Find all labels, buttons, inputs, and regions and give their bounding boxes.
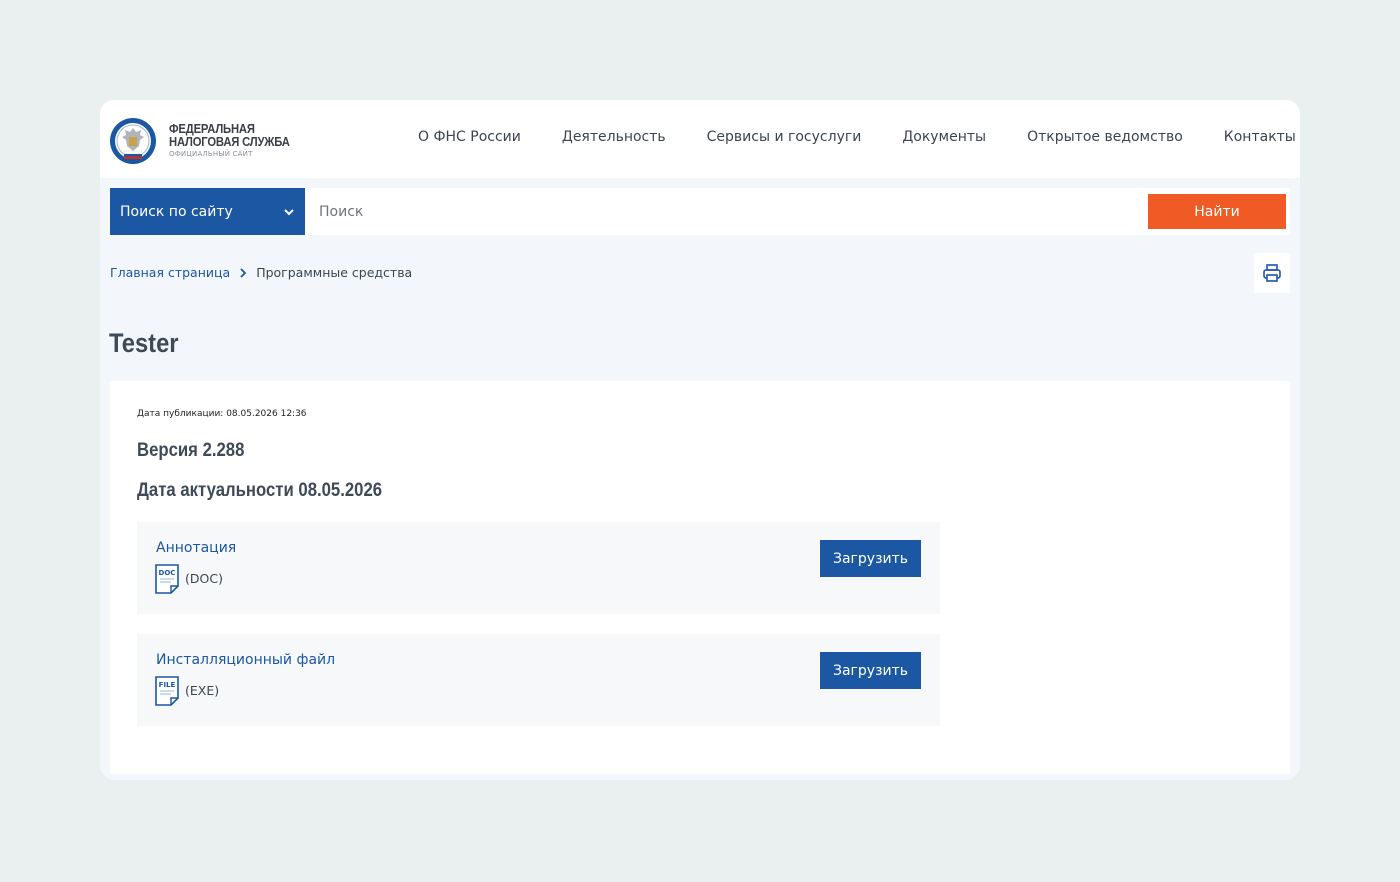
download-button[interactable]: Загрузить <box>820 540 921 577</box>
nav-item-about[interactable]: О ФНС России <box>418 129 521 145</box>
doc-file-icon: DOC <box>155 564 179 594</box>
logo-line-3: ОФИЦИАЛЬНЫЙ САЙТ <box>169 150 253 159</box>
file-row: Инсталляционный файл FILE (EXE) Загрузит… <box>137 634 940 726</box>
search-button[interactable]: Найти <box>1148 194 1286 229</box>
nav-item-services[interactable]: Сервисы и госуслуги <box>707 129 862 145</box>
content-card: Дата публикации: 08.05.2026 12:36 Версия… <box>110 381 1290 774</box>
site-header: ФЕДЕРАЛЬНАЯ НАЛОГОВАЯ СЛУЖБА ОФИЦИАЛЬНЫЙ… <box>100 100 1300 178</box>
publication-date: Дата публикации: 08.05.2026 12:36 <box>137 409 307 419</box>
breadcrumb-current: Программные средства <box>256 265 413 280</box>
search-bar: Поиск по сайту Найти <box>110 188 1290 235</box>
file-name-link[interactable]: Инсталляционный файл <box>156 652 335 668</box>
chevron-right-icon <box>238 267 248 279</box>
file-name-link[interactable]: Аннотация <box>156 540 236 556</box>
page-title: Tester <box>109 328 179 358</box>
breadcrumb: Главная страница Программные средства <box>110 265 412 280</box>
file-row: Аннотация DOC (DOC) Загрузить <box>137 522 940 614</box>
browser-page: ФЕДЕРАЛЬНАЯ НАЛОГОВАЯ СЛУЖБА ОФИЦИАЛЬНЫЙ… <box>100 100 1300 780</box>
breadcrumb-home-link[interactable]: Главная страница <box>110 265 230 280</box>
site-logo[interactable]: ФЕДЕРАЛЬНАЯ НАЛОГОВАЯ СЛУЖБА ОФИЦИАЛЬНЫЙ… <box>109 114 309 168</box>
file-icon: FILE <box>155 676 179 706</box>
nav-item-activity[interactable]: Деятельность <box>562 129 666 145</box>
search-input[interactable] <box>319 201 1119 223</box>
file-type: (EXE) <box>185 683 220 698</box>
nav-item-documents[interactable]: Документы <box>902 129 986 145</box>
search-scope-label: Поиск по сайту <box>120 203 233 220</box>
nav-item-contacts[interactable]: Контакты <box>1224 129 1296 145</box>
nav-item-open-agency[interactable]: Открытое ведомство <box>1027 129 1183 145</box>
search-scope-dropdown[interactable]: Поиск по сайту <box>110 188 305 235</box>
actuality-date-heading: Дата актуальности 08.05.2026 <box>137 480 383 501</box>
main-nav: О ФНС России Деятельность Сервисы и госу… <box>418 129 1296 145</box>
file-icon-label: DOC <box>159 569 176 577</box>
printer-icon <box>1263 264 1281 282</box>
fns-emblem-icon <box>110 118 156 164</box>
file-icon-label: FILE <box>159 681 176 689</box>
file-type: (DOC) <box>185 571 223 586</box>
logo-line-2: НАЛОГОВАЯ СЛУЖБА <box>169 135 290 150</box>
print-button[interactable] <box>1254 253 1290 293</box>
download-button[interactable]: Загрузить <box>820 652 921 689</box>
logo-text: ФЕДЕРАЛЬНАЯ НАЛОГОВАЯ СЛУЖБА ОФИЦИАЛЬНЫЙ… <box>169 123 303 159</box>
chevron-down-icon <box>284 208 294 215</box>
version-heading: Версия 2.288 <box>137 440 245 461</box>
